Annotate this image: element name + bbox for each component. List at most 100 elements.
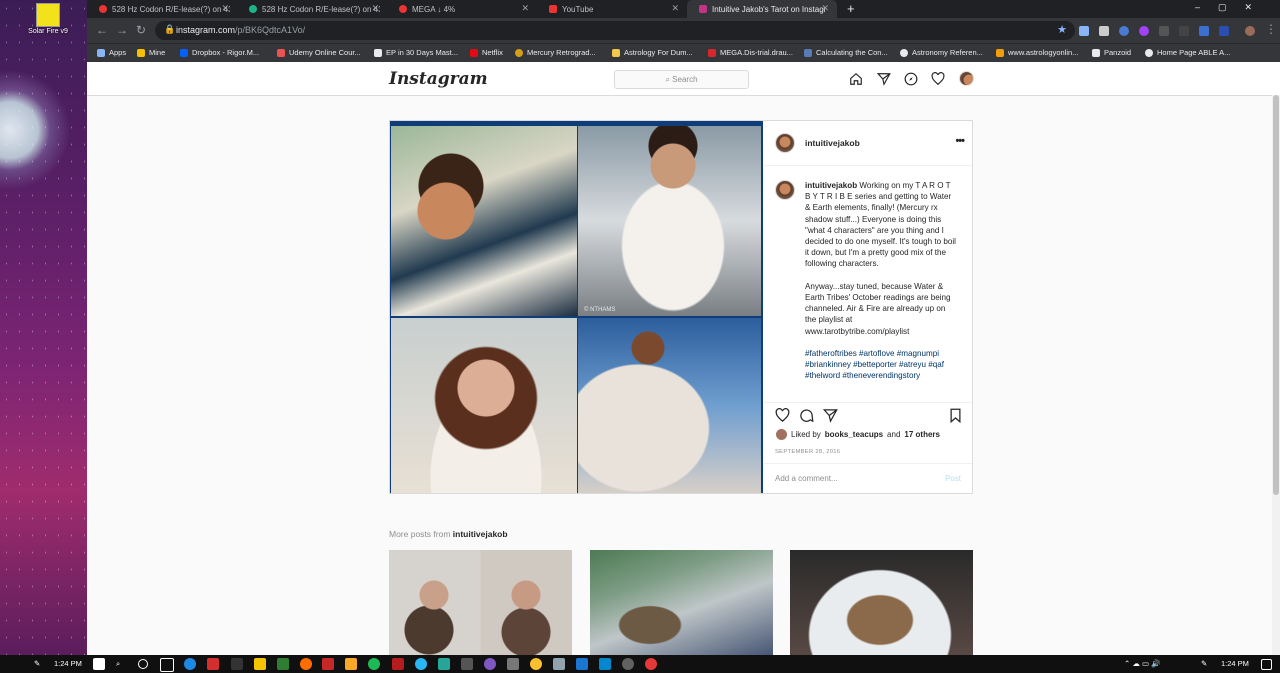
bookmark-item[interactable]: Apps (97, 48, 126, 57)
tab-3[interactable]: MEGA ↓ 4% ✕ (387, 0, 537, 18)
forward-icon[interactable]: → (116, 23, 128, 37)
system-tray-icons[interactable]: ⌃ ☁ ▭ 🔊 (1124, 659, 1160, 668)
spotify-icon[interactable] (368, 658, 380, 670)
app-icon[interactable] (645, 658, 657, 670)
bookmark-item[interactable]: www.astrologyonlin... (996, 48, 1078, 57)
extension-icon[interactable] (1099, 26, 1109, 36)
tab-4[interactable]: YouTube ✕ (537, 0, 687, 18)
task-view-icon[interactable] (160, 658, 174, 672)
app-icon[interactable] (599, 658, 611, 670)
extension-icon[interactable] (1119, 26, 1129, 36)
author-username[interactable]: intuitivejakob (805, 138, 860, 148)
save-bookmark-icon[interactable] (948, 408, 963, 428)
extension-icon[interactable] (1079, 26, 1089, 36)
app-icon[interactable] (322, 658, 334, 670)
tab-1[interactable]: 528 Hz Codon R/E-lease(?) on 43 ✕ (87, 0, 237, 18)
start-windows-icon[interactable] (93, 658, 105, 670)
app-icon[interactable] (392, 658, 404, 670)
address-bar[interactable]: 🔒 instagram.com/p/BK6QdtcA1Vo/ ★ (155, 21, 1075, 40)
close-icon[interactable]: ✕ (371, 3, 379, 14)
page-scrollbar[interactable] (1272, 95, 1280, 655)
chrome-icon[interactable] (530, 658, 542, 670)
more-post-thumbnail[interactable] (790, 550, 973, 655)
search-icon[interactable]: ⌕ (116, 659, 120, 669)
caption-username[interactable]: intuitivejakob (805, 181, 857, 190)
app-icon[interactable] (622, 658, 634, 670)
app-icon[interactable] (438, 658, 450, 670)
app-icon[interactable] (277, 658, 289, 670)
close-icon[interactable]: ✕ (521, 3, 529, 14)
post-comment-button[interactable]: Post (945, 474, 961, 483)
extension-icon[interactable] (1179, 26, 1189, 36)
bookmark-item[interactable]: Mercury Retrograd... (515, 48, 596, 57)
bookmark-item[interactable]: Home Page ABLE A... (1145, 48, 1230, 57)
tab-5-active[interactable]: Intuitive Jakob's Tarot on Instagr ✕ (687, 0, 837, 18)
liker-avatar[interactable] (776, 429, 787, 440)
bookmark-item[interactable]: Astrology For Dum... (612, 48, 693, 57)
more-post-thumbnail[interactable] (590, 550, 773, 655)
app-icon[interactable] (231, 658, 243, 670)
notifications-icon[interactable] (1261, 659, 1272, 670)
firefox-icon[interactable] (300, 658, 312, 670)
bookmark-item[interactable]: Dropbox - Rigor.M... (180, 48, 259, 57)
extension-icon[interactable] (1159, 26, 1169, 36)
app-icon[interactable] (507, 658, 519, 670)
file-explorer-icon[interactable] (345, 658, 357, 670)
menu-kebab-icon[interactable]: ⋮ (1265, 22, 1277, 36)
app-icon[interactable] (576, 658, 588, 670)
share-send-icon[interactable] (822, 408, 838, 428)
search-input[interactable]: ⌕ Search (614, 70, 749, 89)
caption-hashtags[interactable]: #fatheroftribes #artoflove #magnumpi #br… (805, 348, 957, 382)
close-icon[interactable]: ✕ (671, 3, 679, 14)
pen-icon[interactable]: ✎ (34, 659, 40, 668)
extension-icon[interactable] (1139, 26, 1149, 36)
post-image[interactable]: © NTHAMS (390, 121, 763, 493)
app-icon[interactable] (461, 658, 473, 670)
app-icon[interactable] (207, 658, 219, 670)
more-posts-user[interactable]: intuitivejakob (453, 529, 508, 539)
edge-icon[interactable] (184, 658, 196, 670)
more-post-thumbnail[interactable] (389, 550, 572, 655)
desktop-icon-solar-fire[interactable]: Solar Fire v9 (28, 3, 68, 35)
explore-compass-icon[interactable] (904, 72, 918, 86)
comment-input[interactable]: Add a comment... (775, 474, 838, 483)
window-controls[interactable]: –▢✕ (1195, 2, 1270, 13)
bookmark-item[interactable]: Astronomy Referen... (900, 48, 983, 57)
bookmark-item[interactable]: MEGA.Dis-trial.drau... (708, 48, 793, 57)
extension-icon[interactable] (1219, 26, 1229, 36)
back-icon[interactable]: ← (96, 23, 108, 37)
new-tab-button[interactable]: + (847, 1, 855, 16)
bookmark-item[interactable]: EP in 30 Days Mast... (374, 48, 458, 57)
comment-bubble-icon[interactable] (799, 408, 814, 428)
reload-icon[interactable]: ↻ (136, 23, 146, 37)
home-icon[interactable] (849, 72, 863, 86)
activity-heart-icon[interactable] (931, 72, 945, 86)
bookmark-item[interactable]: Udemy Online Cour... (277, 48, 361, 57)
liked-by-others[interactable]: 17 others (904, 430, 940, 439)
extension-icon[interactable] (1199, 26, 1209, 36)
bookmark-item[interactable]: Mine (137, 48, 165, 57)
post-date[interactable]: SEPTEMBER 28, 2016 (775, 449, 840, 455)
app-icon[interactable] (254, 658, 266, 670)
liked-by-user[interactable]: books_teacups (825, 430, 883, 439)
scrollbar-thumb[interactable] (1273, 95, 1279, 495)
profile-avatar-icon[interactable] (1245, 26, 1255, 36)
profile-avatar[interactable] (959, 71, 974, 86)
cortana-icon[interactable] (138, 659, 148, 669)
close-icon[interactable]: ✕ (221, 3, 229, 14)
more-options-icon[interactable]: ••• (955, 135, 965, 147)
caption-avatar[interactable] (775, 180, 795, 200)
app-icon[interactable] (484, 658, 496, 670)
instagram-logo[interactable]: Instagram (389, 69, 488, 89)
app-icon[interactable] (553, 658, 565, 670)
author-avatar[interactable] (775, 133, 795, 153)
bookmark-item[interactable]: Netflix (470, 48, 503, 57)
tab-2[interactable]: 528 Hz Codon R/E-lease(?) on 43 ✕ (237, 0, 387, 18)
telegram-icon[interactable] (415, 658, 427, 670)
pen-icon[interactable]: ✎ (1201, 659, 1207, 668)
direct-message-icon[interactable] (877, 72, 891, 86)
bookmark-star-icon[interactable]: ★ (1057, 23, 1067, 36)
like-heart-icon[interactable] (775, 408, 790, 428)
bookmark-item[interactable]: Panzoid (1092, 48, 1131, 57)
close-icon[interactable]: ✕ (821, 3, 829, 14)
